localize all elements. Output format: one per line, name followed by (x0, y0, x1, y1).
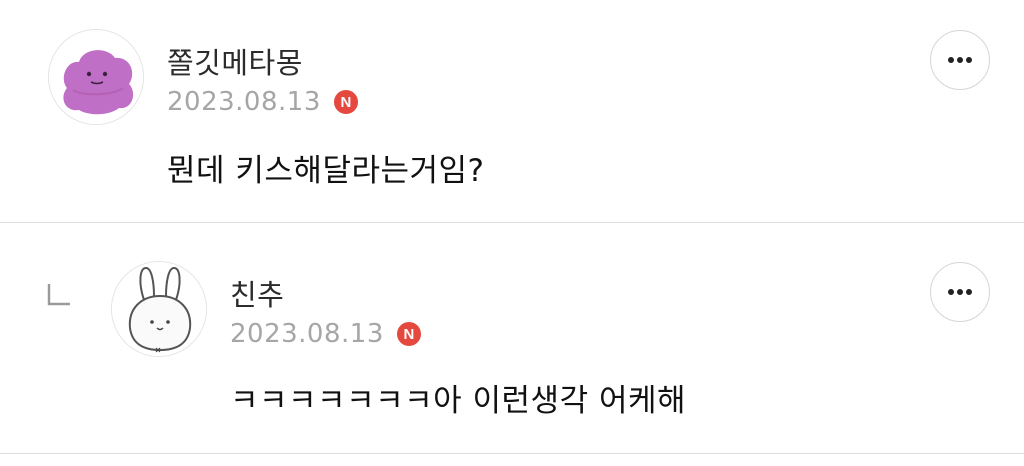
more-options-icon (948, 57, 972, 63)
comment-meta: 2023.08.13 N (167, 87, 358, 117)
comment-text: 뭔데 키스해달라는거임? (167, 153, 485, 189)
new-badge: N (333, 90, 358, 114)
comment-text: ㅋㅋㅋㅋㅋㅋㅋ아 이런생각 어케해 (230, 383, 687, 419)
comment-meta: 2023.08.13 N (230, 319, 421, 349)
more-options-button[interactable] (930, 262, 990, 322)
comment-username[interactable]: 쫄깃메타몽 (167, 40, 303, 82)
user-avatar[interactable] (111, 261, 207, 357)
ditto-avatar-icon (49, 30, 143, 124)
comment-divider (0, 222, 1024, 223)
user-avatar[interactable] (48, 29, 144, 125)
comment-date: 2023.08.13 (167, 87, 321, 117)
more-options-button[interactable] (930, 30, 990, 90)
new-badge: N (396, 322, 421, 346)
rabbit-avatar-icon (112, 262, 206, 356)
comment-username[interactable]: 친추 (230, 272, 284, 314)
more-options-icon (948, 289, 972, 295)
comment-item (0, 0, 1024, 222)
comment-divider (0, 453, 1024, 454)
comment-date: 2023.08.13 (230, 319, 384, 349)
reply-arrow-icon (47, 284, 70, 306)
